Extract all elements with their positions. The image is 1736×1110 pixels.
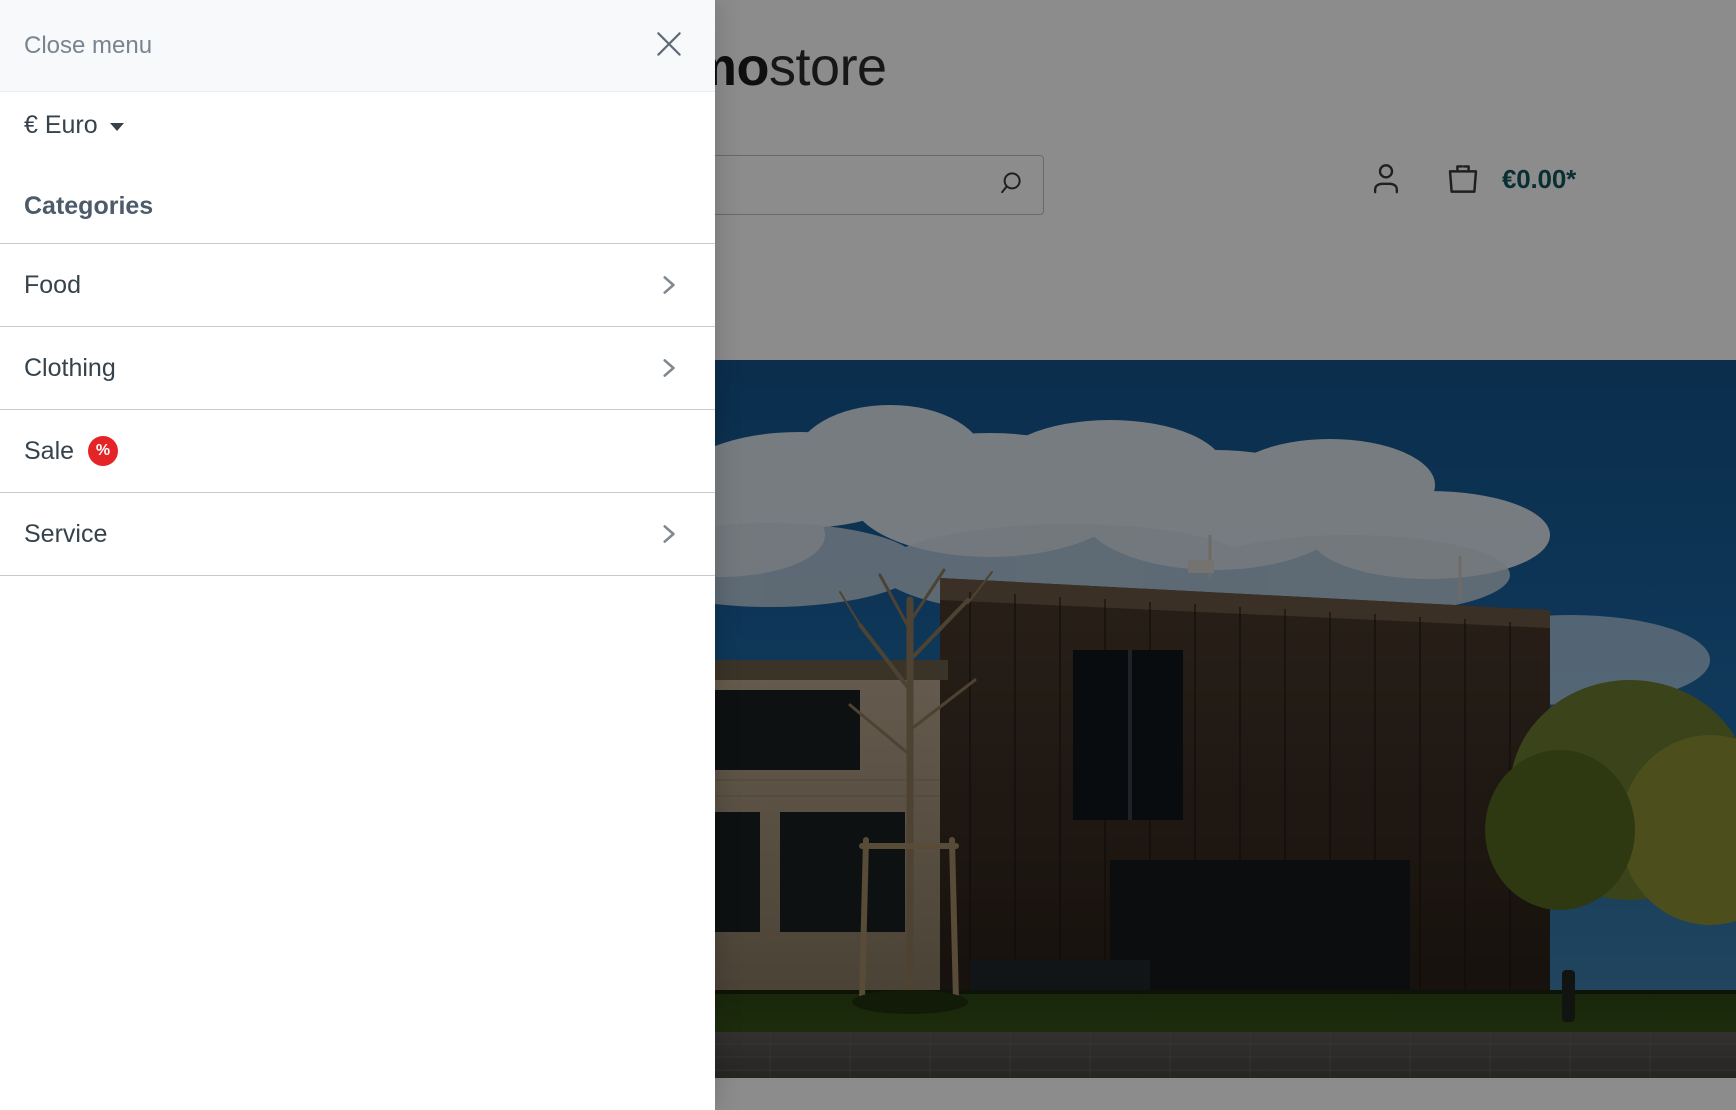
sale-percent-badge: % xyxy=(88,436,119,466)
menu-item-label: Food xyxy=(24,270,81,299)
menu-item-label: Sale xyxy=(24,436,75,465)
offcanvas-header: Close menu xyxy=(0,0,715,92)
categories-heading: Categories xyxy=(24,192,154,220)
menu-item-label: Service xyxy=(24,519,108,548)
chevron-right-icon xyxy=(655,521,681,547)
currency-label: € Euro xyxy=(24,110,98,139)
chevron-right-icon xyxy=(655,272,681,298)
menu-item-service[interactable]: Service xyxy=(0,493,715,576)
menu-item-clothing[interactable]: Clothing xyxy=(0,327,715,410)
close-icon xyxy=(652,27,686,64)
offcanvas-menu: Close menu € Euro Categories Food Clothi… xyxy=(0,0,715,1110)
menu-item-food[interactable]: Food xyxy=(0,244,715,327)
currency-dropdown-button[interactable]: € Euro xyxy=(24,111,124,140)
close-menu-button[interactable] xyxy=(647,24,691,68)
close-menu-label: Close menu xyxy=(24,31,153,59)
category-list: Food Clothing Sale % Service xyxy=(0,243,715,576)
menu-item-label: Clothing xyxy=(24,353,116,382)
menu-item-sale[interactable]: Sale % xyxy=(0,410,715,493)
offcanvas-empty-space xyxy=(0,576,715,1110)
chevron-down-icon xyxy=(109,123,124,131)
currency-switcher: € Euro xyxy=(0,92,715,158)
chevron-right-icon xyxy=(655,355,681,381)
